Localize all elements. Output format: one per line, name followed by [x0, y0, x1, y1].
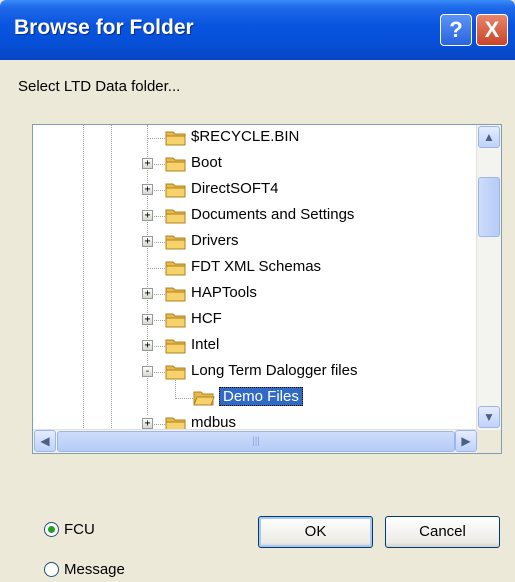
scroll-up-icon[interactable]: ▲	[478, 126, 500, 148]
folder-icon	[165, 131, 186, 146]
open-folder-icon	[193, 391, 215, 406]
tree-item-label[interactable]: HCF	[191, 310, 222, 327]
help-button[interactable]: ?	[440, 14, 472, 46]
vertical-scrollbar[interactable]: ▲ ▼	[476, 125, 501, 430]
folder-icon	[165, 235, 186, 250]
radio-checked-dot	[48, 526, 55, 533]
tree-item[interactable]: + HCF	[33, 307, 478, 333]
tree-item-label[interactable]: Drivers	[191, 232, 239, 249]
dialog-prompt: Select LTD Data folder...	[18, 78, 181, 95]
scroll-right-icon[interactable]: ▶	[455, 430, 477, 452]
expand-icon[interactable]: +	[142, 158, 153, 169]
folder-icon	[165, 183, 186, 198]
folder-icon	[165, 339, 186, 354]
folder-icon	[165, 261, 186, 276]
tree-item[interactable]: - Long Term Dalogger files	[33, 359, 478, 385]
tree-item-label[interactable]: Demo Files	[219, 387, 303, 406]
tree-item[interactable]: Demo Files	[33, 385, 478, 411]
tree-connector-line	[147, 138, 165, 139]
tree-connector-line	[175, 398, 193, 399]
tree-item[interactable]: + Drivers	[33, 229, 478, 255]
folder-tree[interactable]: $RECYCLE.BIN + Boot + DirectSOFT4 + Documents …	[32, 124, 502, 454]
scrollbar-corner	[477, 430, 501, 453]
tree-item[interactable]: FDT XML Schemas	[33, 255, 478, 281]
close-button[interactable]: X	[476, 14, 508, 46]
tree-item[interactable]: $RECYCLE.BIN	[33, 125, 478, 151]
tree-item-label[interactable]: FDT XML Schemas	[191, 258, 321, 275]
horizontal-scroll-thumb[interactable]: |||	[57, 431, 455, 452]
folder-icon	[165, 313, 186, 328]
tree-item[interactable]: + HAPTools	[33, 281, 478, 307]
expand-icon[interactable]: +	[142, 236, 153, 247]
folder-icon	[165, 157, 186, 172]
expand-icon[interactable]: +	[142, 418, 153, 429]
title-bar[interactable]: Browse for Folder ? X	[0, 0, 515, 60]
tree-item-label[interactable]: $RECYCLE.BIN	[191, 128, 299, 145]
folder-icon	[165, 287, 186, 302]
collapse-icon[interactable]: -	[142, 366, 153, 377]
radio-label: FCU	[64, 521, 95, 538]
tree-item-label[interactable]: Documents and Settings	[191, 206, 354, 223]
tree-item[interactable]: + Intel	[33, 333, 478, 359]
ok-button[interactable]: OK	[258, 516, 373, 548]
tree-item-label[interactable]: Boot	[191, 154, 222, 171]
tree-item-label[interactable]: mdbus	[191, 414, 236, 430]
scroll-down-icon[interactable]: ▼	[478, 406, 500, 428]
vertical-scroll-thumb[interactable]	[478, 177, 500, 237]
window-title: Browse for Folder	[14, 16, 194, 39]
expand-icon[interactable]: +	[142, 340, 153, 351]
folder-icon	[165, 365, 186, 380]
tree-item[interactable]: + Boot	[33, 151, 478, 177]
radio-label: Message	[64, 561, 125, 578]
tree-item[interactable]: + Documents and Settings	[33, 203, 478, 229]
tree-item-label[interactable]: Long Term Dalogger files	[191, 362, 357, 379]
tree-connector-line	[147, 268, 165, 269]
cancel-button[interactable]: Cancel	[385, 516, 500, 548]
expand-icon[interactable]: +	[142, 314, 153, 325]
expand-icon[interactable]: +	[142, 184, 153, 195]
expand-icon[interactable]: +	[142, 288, 153, 299]
scroll-left-icon[interactable]: ◀	[34, 430, 56, 452]
tree-item[interactable]: + mdbus	[33, 411, 478, 430]
radio-button-circle[interactable]	[44, 562, 59, 577]
horizontal-scrollbar[interactable]: ◀ ||| ▶	[33, 429, 478, 453]
tree-item-label[interactable]: DirectSOFT4	[191, 180, 279, 197]
expand-icon[interactable]: +	[142, 210, 153, 221]
folder-icon	[165, 417, 186, 430]
folder-icon	[165, 209, 186, 224]
tree-item-label[interactable]: HAPTools	[191, 284, 257, 301]
tree-item-label[interactable]: Intel	[191, 336, 219, 353]
tree-item[interactable]: + DirectSOFT4	[33, 177, 478, 203]
